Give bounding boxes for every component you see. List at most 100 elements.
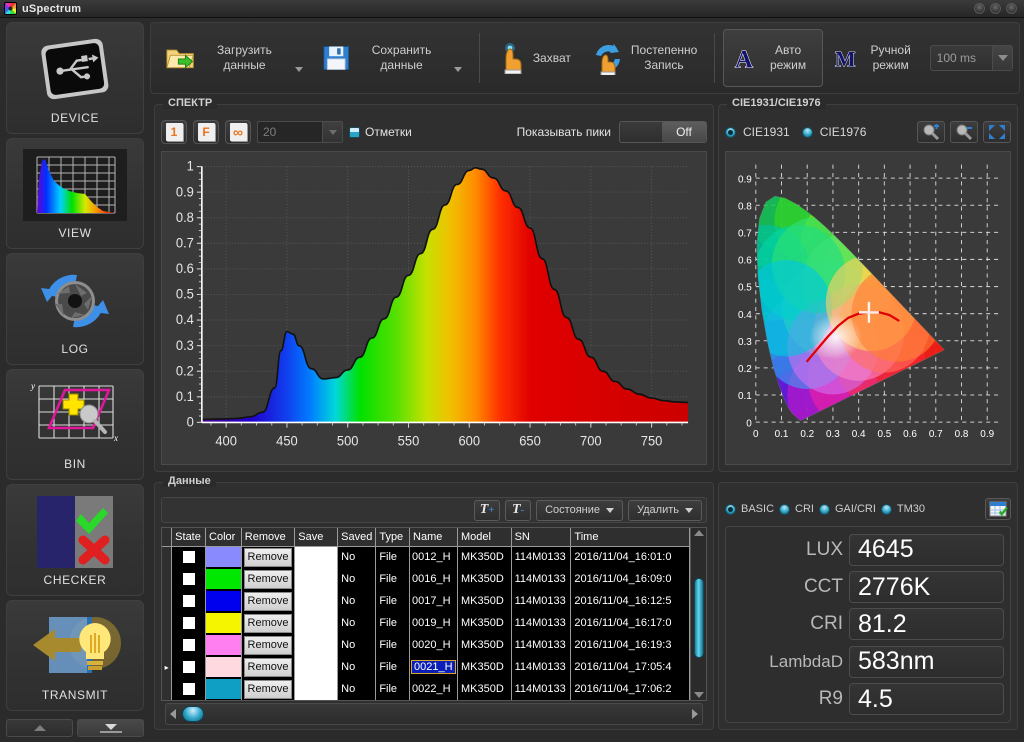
chevron-down-icon[interactable] bbox=[992, 46, 1012, 70]
row-checkbox[interactable] bbox=[182, 550, 196, 564]
cell-save[interactable] bbox=[295, 612, 338, 634]
remove-button[interactable]: Remove bbox=[244, 570, 292, 589]
row-checkbox[interactable] bbox=[182, 682, 196, 696]
scrollbar-thumb[interactable] bbox=[694, 578, 704, 658]
cell-save[interactable] bbox=[295, 568, 338, 590]
cell-name[interactable]: 0022_H bbox=[410, 678, 458, 700]
cell-remove[interactable]: Remove bbox=[241, 656, 294, 678]
sidebar-scroll-down-button[interactable] bbox=[77, 719, 144, 737]
row-checkbox[interactable] bbox=[182, 594, 196, 608]
infinite-capture-button[interactable]: ∞ bbox=[225, 120, 251, 144]
tab-cri-radio[interactable] bbox=[779, 504, 790, 515]
cell-state[interactable] bbox=[172, 612, 206, 634]
cell-name[interactable]: 0016_H bbox=[410, 568, 458, 590]
row-checkbox[interactable] bbox=[182, 572, 196, 586]
table-row[interactable]: ▸RemoveNoFile0021_HMK350D114M01332016/11… bbox=[162, 656, 690, 678]
tab-gaicri-radio[interactable] bbox=[819, 504, 830, 515]
cell-remove[interactable]: Remove bbox=[241, 678, 294, 700]
row-marker[interactable] bbox=[162, 568, 172, 590]
cie-chart[interactable]: 00.10.10.20.20.30.30.40.40.50.50.60.60.7… bbox=[725, 151, 1011, 465]
cell-name[interactable]: 0021_H bbox=[410, 656, 458, 678]
close-button[interactable] bbox=[1006, 3, 1017, 14]
sidebar-item-view[interactable]: VIEW bbox=[6, 138, 144, 250]
row-marker[interactable] bbox=[162, 678, 172, 700]
fit-screen-icon[interactable] bbox=[983, 121, 1011, 143]
tab-tm30-radio[interactable] bbox=[881, 504, 892, 515]
cell-color[interactable] bbox=[206, 634, 242, 656]
column-header-name[interactable]: Name bbox=[410, 528, 458, 546]
cell-state[interactable] bbox=[172, 678, 206, 700]
table-row[interactable]: RemoveNoFile0019_HMK350D114M01332016/11/… bbox=[162, 612, 690, 634]
cell-state[interactable] bbox=[172, 634, 206, 656]
column-header-save[interactable]: Save bbox=[295, 528, 338, 546]
column-header-saved[interactable]: Saved bbox=[338, 528, 376, 546]
cell-remove[interactable]: Remove bbox=[241, 612, 294, 634]
cell-name[interactable]: 0017_H bbox=[410, 590, 458, 612]
column-header-color[interactable]: Color bbox=[206, 528, 242, 546]
cell-remove[interactable]: Remove bbox=[241, 634, 294, 656]
f-capture-button[interactable]: F bbox=[193, 120, 219, 144]
scroll-right-icon[interactable] bbox=[692, 709, 698, 719]
text-decrease-button[interactable]: T- bbox=[505, 500, 531, 521]
sidebar-item-bin[interactable]: y x BIN bbox=[6, 369, 144, 481]
cell-color[interactable] bbox=[206, 612, 242, 634]
table-row[interactable]: RemoveNoFile0017_HMK350D114M01332016/11/… bbox=[162, 590, 690, 612]
load-data-dropdown-caret[interactable] bbox=[295, 67, 303, 72]
table-row[interactable]: RemoveNoFile0020_HMK350D114M01332016/11/… bbox=[162, 634, 690, 656]
remove-button[interactable]: Remove bbox=[244, 636, 292, 655]
save-data-button[interactable]: Сохранить данные bbox=[314, 29, 471, 87]
cell-state[interactable] bbox=[172, 590, 206, 612]
row-checkbox[interactable] bbox=[182, 616, 196, 630]
column-header-state[interactable]: State bbox=[172, 528, 206, 546]
remove-button[interactable]: Remove bbox=[244, 592, 292, 611]
auto-mode-button[interactable]: A Авто режим bbox=[723, 29, 824, 87]
cell-state[interactable] bbox=[172, 568, 206, 590]
zoom-out-icon[interactable] bbox=[950, 121, 978, 143]
cell-color[interactable] bbox=[206, 656, 242, 678]
column-header-remove[interactable]: Remove bbox=[241, 528, 294, 546]
table-row[interactable]: RemoveNoFile0012_HMK350D114M01332016/11/… bbox=[162, 546, 690, 568]
row-checkbox[interactable] bbox=[182, 638, 196, 652]
row-checkbox[interactable] bbox=[182, 660, 196, 674]
save-data-dropdown-caret[interactable] bbox=[454, 67, 462, 72]
cie1931-radio[interactable] bbox=[725, 127, 736, 138]
zoom-in-icon[interactable] bbox=[917, 121, 945, 143]
row-marker[interactable]: ▸ bbox=[162, 656, 172, 678]
cell-save[interactable] bbox=[295, 678, 338, 700]
maximize-button[interactable] bbox=[990, 3, 1001, 14]
state-dropdown-button[interactable]: Состояние bbox=[536, 500, 623, 521]
cell-remove[interactable]: Remove bbox=[241, 546, 294, 568]
sidebar-item-transmit[interactable]: TRANSMIT bbox=[6, 600, 144, 712]
column-header-time[interactable]: Time bbox=[571, 528, 690, 546]
data-table-container[interactable]: StateColorRemoveSaveSavedTypeNameModelSN… bbox=[161, 527, 707, 701]
cie1976-radio[interactable] bbox=[802, 127, 813, 138]
table-row[interactable]: RemoveNoFile0016_HMK350D114M01332016/11/… bbox=[162, 568, 690, 590]
hscrollbar-thumb[interactable] bbox=[182, 706, 204, 722]
column-header-model[interactable]: Model bbox=[457, 528, 511, 546]
integration-time-select[interactable]: 100 ms bbox=[930, 45, 1013, 71]
cell-save[interactable] bbox=[295, 634, 338, 656]
minimize-button[interactable] bbox=[974, 3, 985, 14]
single-capture-button[interactable]: 1 bbox=[161, 120, 187, 144]
text-increase-button[interactable]: T+ bbox=[474, 500, 500, 521]
column-header-sn[interactable]: SN bbox=[511, 528, 571, 546]
gradual-record-button[interactable]: Постепенно Запись bbox=[582, 29, 706, 87]
sidebar-item-device[interactable]: DEVICE bbox=[6, 22, 144, 134]
row-marker[interactable] bbox=[162, 590, 172, 612]
cell-name[interactable]: 0019_H bbox=[410, 612, 458, 634]
cell-save[interactable] bbox=[295, 656, 338, 678]
cell-name[interactable]: 0012_H bbox=[410, 546, 458, 568]
remove-button[interactable]: Remove bbox=[244, 614, 292, 633]
remove-button[interactable]: Remove bbox=[244, 680, 292, 699]
spectrum-chart[interactable]: 40045050055060065070075000.10.20.30.40.5… bbox=[161, 151, 707, 465]
marks-checkbox[interactable] bbox=[349, 127, 360, 138]
sidebar-scroll-up-button[interactable] bbox=[6, 719, 73, 737]
remove-button[interactable]: Remove bbox=[244, 548, 292, 567]
cell-color[interactable] bbox=[206, 546, 242, 568]
cell-color[interactable] bbox=[206, 678, 242, 700]
cell-save[interactable] bbox=[295, 590, 338, 612]
tab-basic-radio[interactable] bbox=[725, 504, 736, 515]
table-vertical-scrollbar[interactable] bbox=[690, 528, 706, 700]
cell-color[interactable] bbox=[206, 590, 242, 612]
load-data-button[interactable]: Загрузить данные bbox=[157, 29, 312, 87]
